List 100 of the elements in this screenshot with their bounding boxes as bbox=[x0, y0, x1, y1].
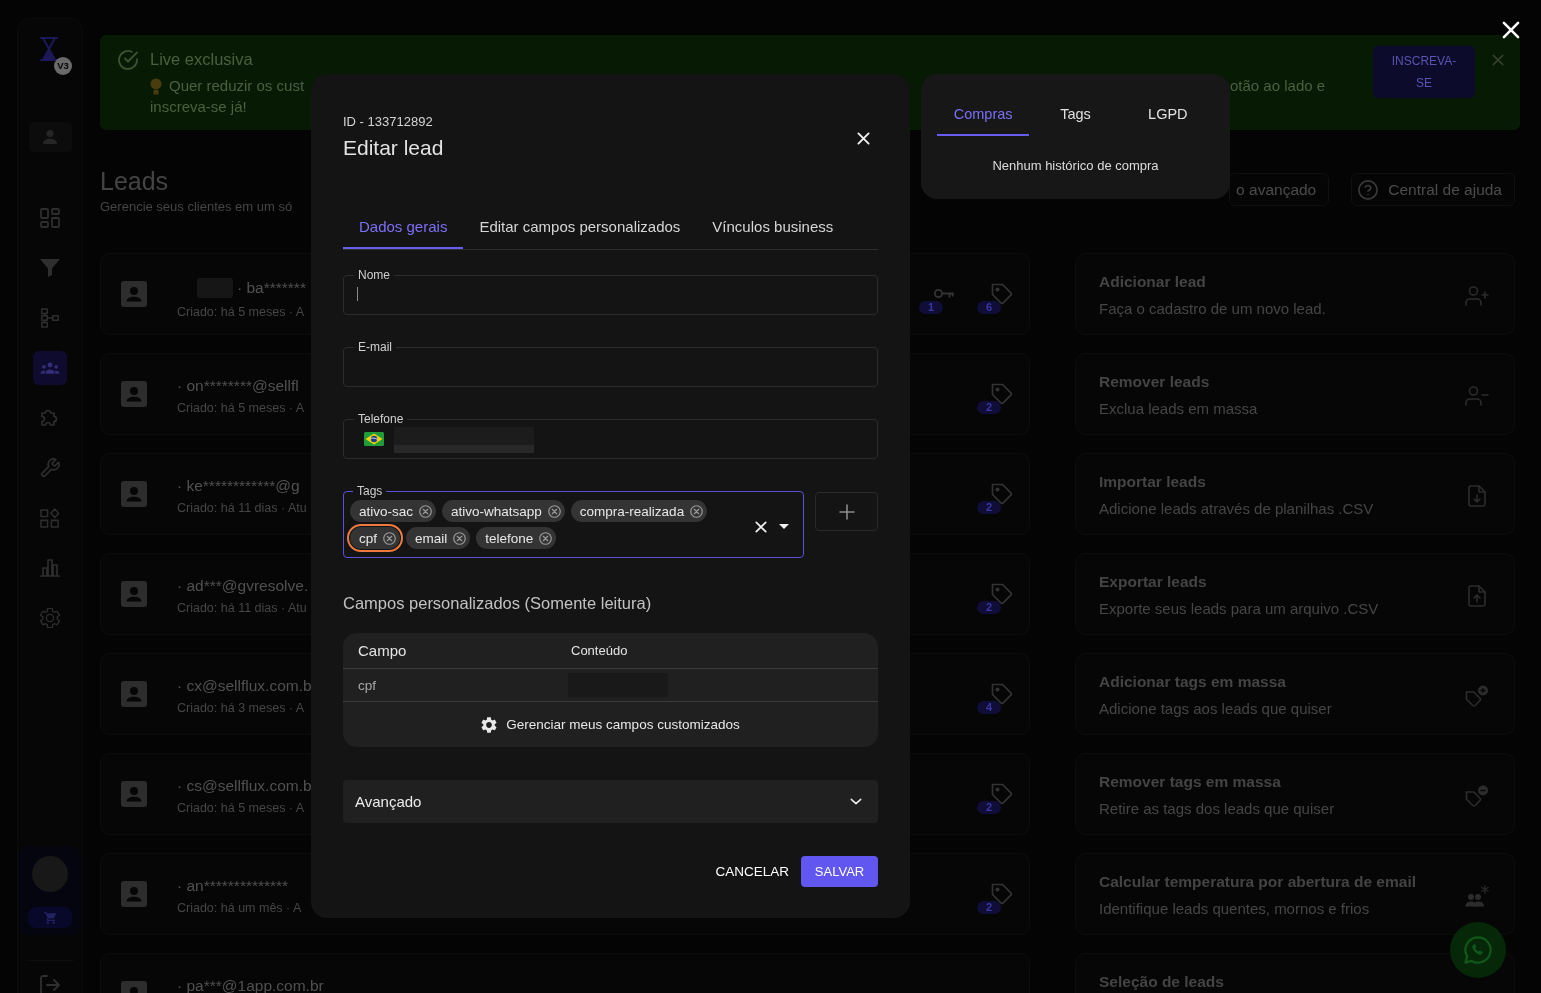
settings-icon bbox=[40, 608, 60, 628]
tag-icon bbox=[991, 783, 1013, 805]
save-button[interactable]: SALVAR bbox=[801, 856, 878, 887]
action-title: Seleção de leads bbox=[1099, 973, 1224, 991]
banner-title: Live exclusiva bbox=[150, 49, 253, 69]
action-title: Adicionar lead bbox=[1099, 273, 1206, 291]
column-header: Conteúdo bbox=[571, 643, 628, 658]
add-button[interactable] bbox=[815, 492, 878, 531]
nav-button[interactable] bbox=[33, 351, 67, 385]
lead-name: · on********@sellfl bbox=[177, 378, 299, 394]
lead-dates: Criado: há 5 meses · A bbox=[177, 400, 305, 416]
tag-icon bbox=[991, 283, 1013, 305]
field-label: Tags bbox=[356, 484, 384, 498]
empty-message: Nenhum histórico de compra bbox=[992, 158, 1159, 174]
action-description: Retire as tags dos leads que quiser bbox=[1099, 800, 1335, 818]
tag-chip[interactable]: ativo-whatsapp bbox=[442, 500, 565, 522]
banner-text: otão ao lado e bbox=[1230, 77, 1326, 95]
logout-button[interactable] bbox=[40, 975, 60, 993]
input-field[interactable]: E-mail bbox=[343, 340, 878, 387]
bar-chart-icon bbox=[40, 558, 60, 578]
brazil-flag-icon bbox=[364, 432, 384, 446]
hourglass-logo-icon bbox=[40, 37, 58, 61]
tags-field[interactable]: Tags ativo-sac ativo-whatsapp compra-realizada cpf email telefone bbox=[343, 484, 804, 558]
contact-icon bbox=[121, 681, 147, 707]
contact-icon bbox=[121, 581, 147, 607]
action-description: Faça o cadastro de um novo lead. bbox=[1099, 300, 1326, 318]
lead-name: · cx@sellflux.com.b bbox=[177, 678, 312, 694]
contact-icon bbox=[121, 781, 147, 807]
key-icon bbox=[933, 288, 955, 299]
file-upload-icon bbox=[1465, 585, 1489, 607]
tab[interactable]: LGPD bbox=[1121, 93, 1214, 136]
count-badge: 2 bbox=[977, 801, 1001, 814]
lead-name: · cs@sellflux.com.b bbox=[177, 778, 312, 794]
tag-chip[interactable]: email bbox=[406, 527, 471, 549]
file-download-icon bbox=[1465, 485, 1489, 507]
tab[interactable]: Vínculos business bbox=[696, 205, 850, 249]
close-icon bbox=[856, 131, 870, 145]
remove-icon[interactable] bbox=[690, 504, 704, 518]
hierarchy-icon bbox=[40, 308, 60, 328]
remove-icon[interactable] bbox=[383, 531, 396, 545]
page-title: Leads bbox=[100, 166, 169, 196]
tag-plus-icon bbox=[1465, 685, 1489, 707]
caret-icon[interactable] bbox=[779, 524, 789, 529]
tag-icon bbox=[991, 883, 1013, 905]
banner-text: inscreva-se já! bbox=[150, 97, 247, 117]
lead-dates: Criado: há 3 meses · A bbox=[177, 700, 305, 716]
input-field[interactable]: Nome bbox=[343, 268, 878, 315]
clear-icon[interactable] bbox=[755, 520, 767, 533]
cart-button[interactable] bbox=[28, 907, 72, 928]
puzzle-icon bbox=[40, 408, 60, 428]
action-title: Calcular temperatura por abertura de email bbox=[1099, 873, 1416, 891]
count-badge: 2 bbox=[977, 401, 1001, 414]
wrench-icon bbox=[40, 458, 60, 478]
contact-icon bbox=[121, 481, 147, 507]
tab[interactable]: Tags bbox=[1029, 93, 1122, 136]
advanced-accordion[interactable]: Avançado bbox=[343, 780, 878, 823]
tab[interactable]: Dados gerais bbox=[343, 205, 464, 249]
close-icon bbox=[1502, 21, 1520, 39]
count-badge: 2 bbox=[977, 901, 1001, 914]
lead-dates: Criado: há 5 meses · A bbox=[177, 304, 305, 320]
tag-chip[interactable]: cpf bbox=[350, 527, 400, 549]
count-badge: 6 bbox=[977, 301, 1001, 314]
tag-chip[interactable]: ativo-sac bbox=[350, 500, 437, 522]
lead-dates: Criado: há 5 meses · A bbox=[177, 800, 305, 816]
cancel-button[interactable]: CANCELAR bbox=[707, 856, 797, 887]
contact-icon bbox=[121, 381, 147, 407]
banner-text: Quer reduzir os cust bbox=[169, 77, 305, 95]
remove-icon[interactable] bbox=[419, 504, 433, 518]
check-circle-icon bbox=[118, 50, 138, 70]
action-description: Adicione tags aos leads que quiser bbox=[1099, 700, 1332, 718]
action-title: Remover tags em massa bbox=[1099, 773, 1281, 791]
profile-button[interactable] bbox=[28, 122, 72, 152]
tag-chip[interactable]: telefone bbox=[476, 527, 557, 549]
lead-name: · ad***@gvresolve. bbox=[177, 578, 309, 594]
remove-icon[interactable] bbox=[453, 531, 467, 545]
plus-icon bbox=[838, 503, 855, 520]
action-title: Remover leads bbox=[1099, 373, 1210, 391]
lead-id: ID - 133712892 bbox=[343, 114, 433, 130]
contact-icon bbox=[121, 881, 147, 907]
action-description: Exclua leads em massa bbox=[1099, 400, 1258, 418]
chat-bubble-phone-icon bbox=[1464, 936, 1492, 964]
field-label: E-mail bbox=[357, 340, 393, 354]
remove-icon[interactable] bbox=[539, 531, 553, 545]
people-snowflake-icon bbox=[1465, 885, 1489, 907]
field-label: Nome bbox=[357, 268, 391, 282]
section-heading: Campos personalizados (Somente leitura) bbox=[343, 593, 652, 613]
input-field[interactable]: Telefone bbox=[343, 412, 878, 459]
remove-icon[interactable] bbox=[547, 504, 561, 518]
tab[interactable]: Editar campos personalizados bbox=[463, 205, 697, 249]
tag-minus-icon bbox=[1465, 785, 1489, 807]
close-icon bbox=[1491, 54, 1504, 66]
dashboard-icon bbox=[40, 208, 60, 228]
tag-chip[interactable]: compra-realizada bbox=[570, 500, 708, 522]
count-badge: 2 bbox=[977, 501, 1001, 514]
count-badge: 4 bbox=[977, 701, 1001, 714]
action-description: Identifique leads quentes, mornos e frios bbox=[1099, 900, 1370, 918]
tab[interactable]: Compras bbox=[937, 93, 1030, 136]
manage-fields-button[interactable]: Gerenciar meus campos customizados bbox=[481, 716, 740, 733]
lead-dates: Criado: há 11 dias · Atu bbox=[177, 600, 307, 616]
tag-icon bbox=[991, 683, 1013, 705]
